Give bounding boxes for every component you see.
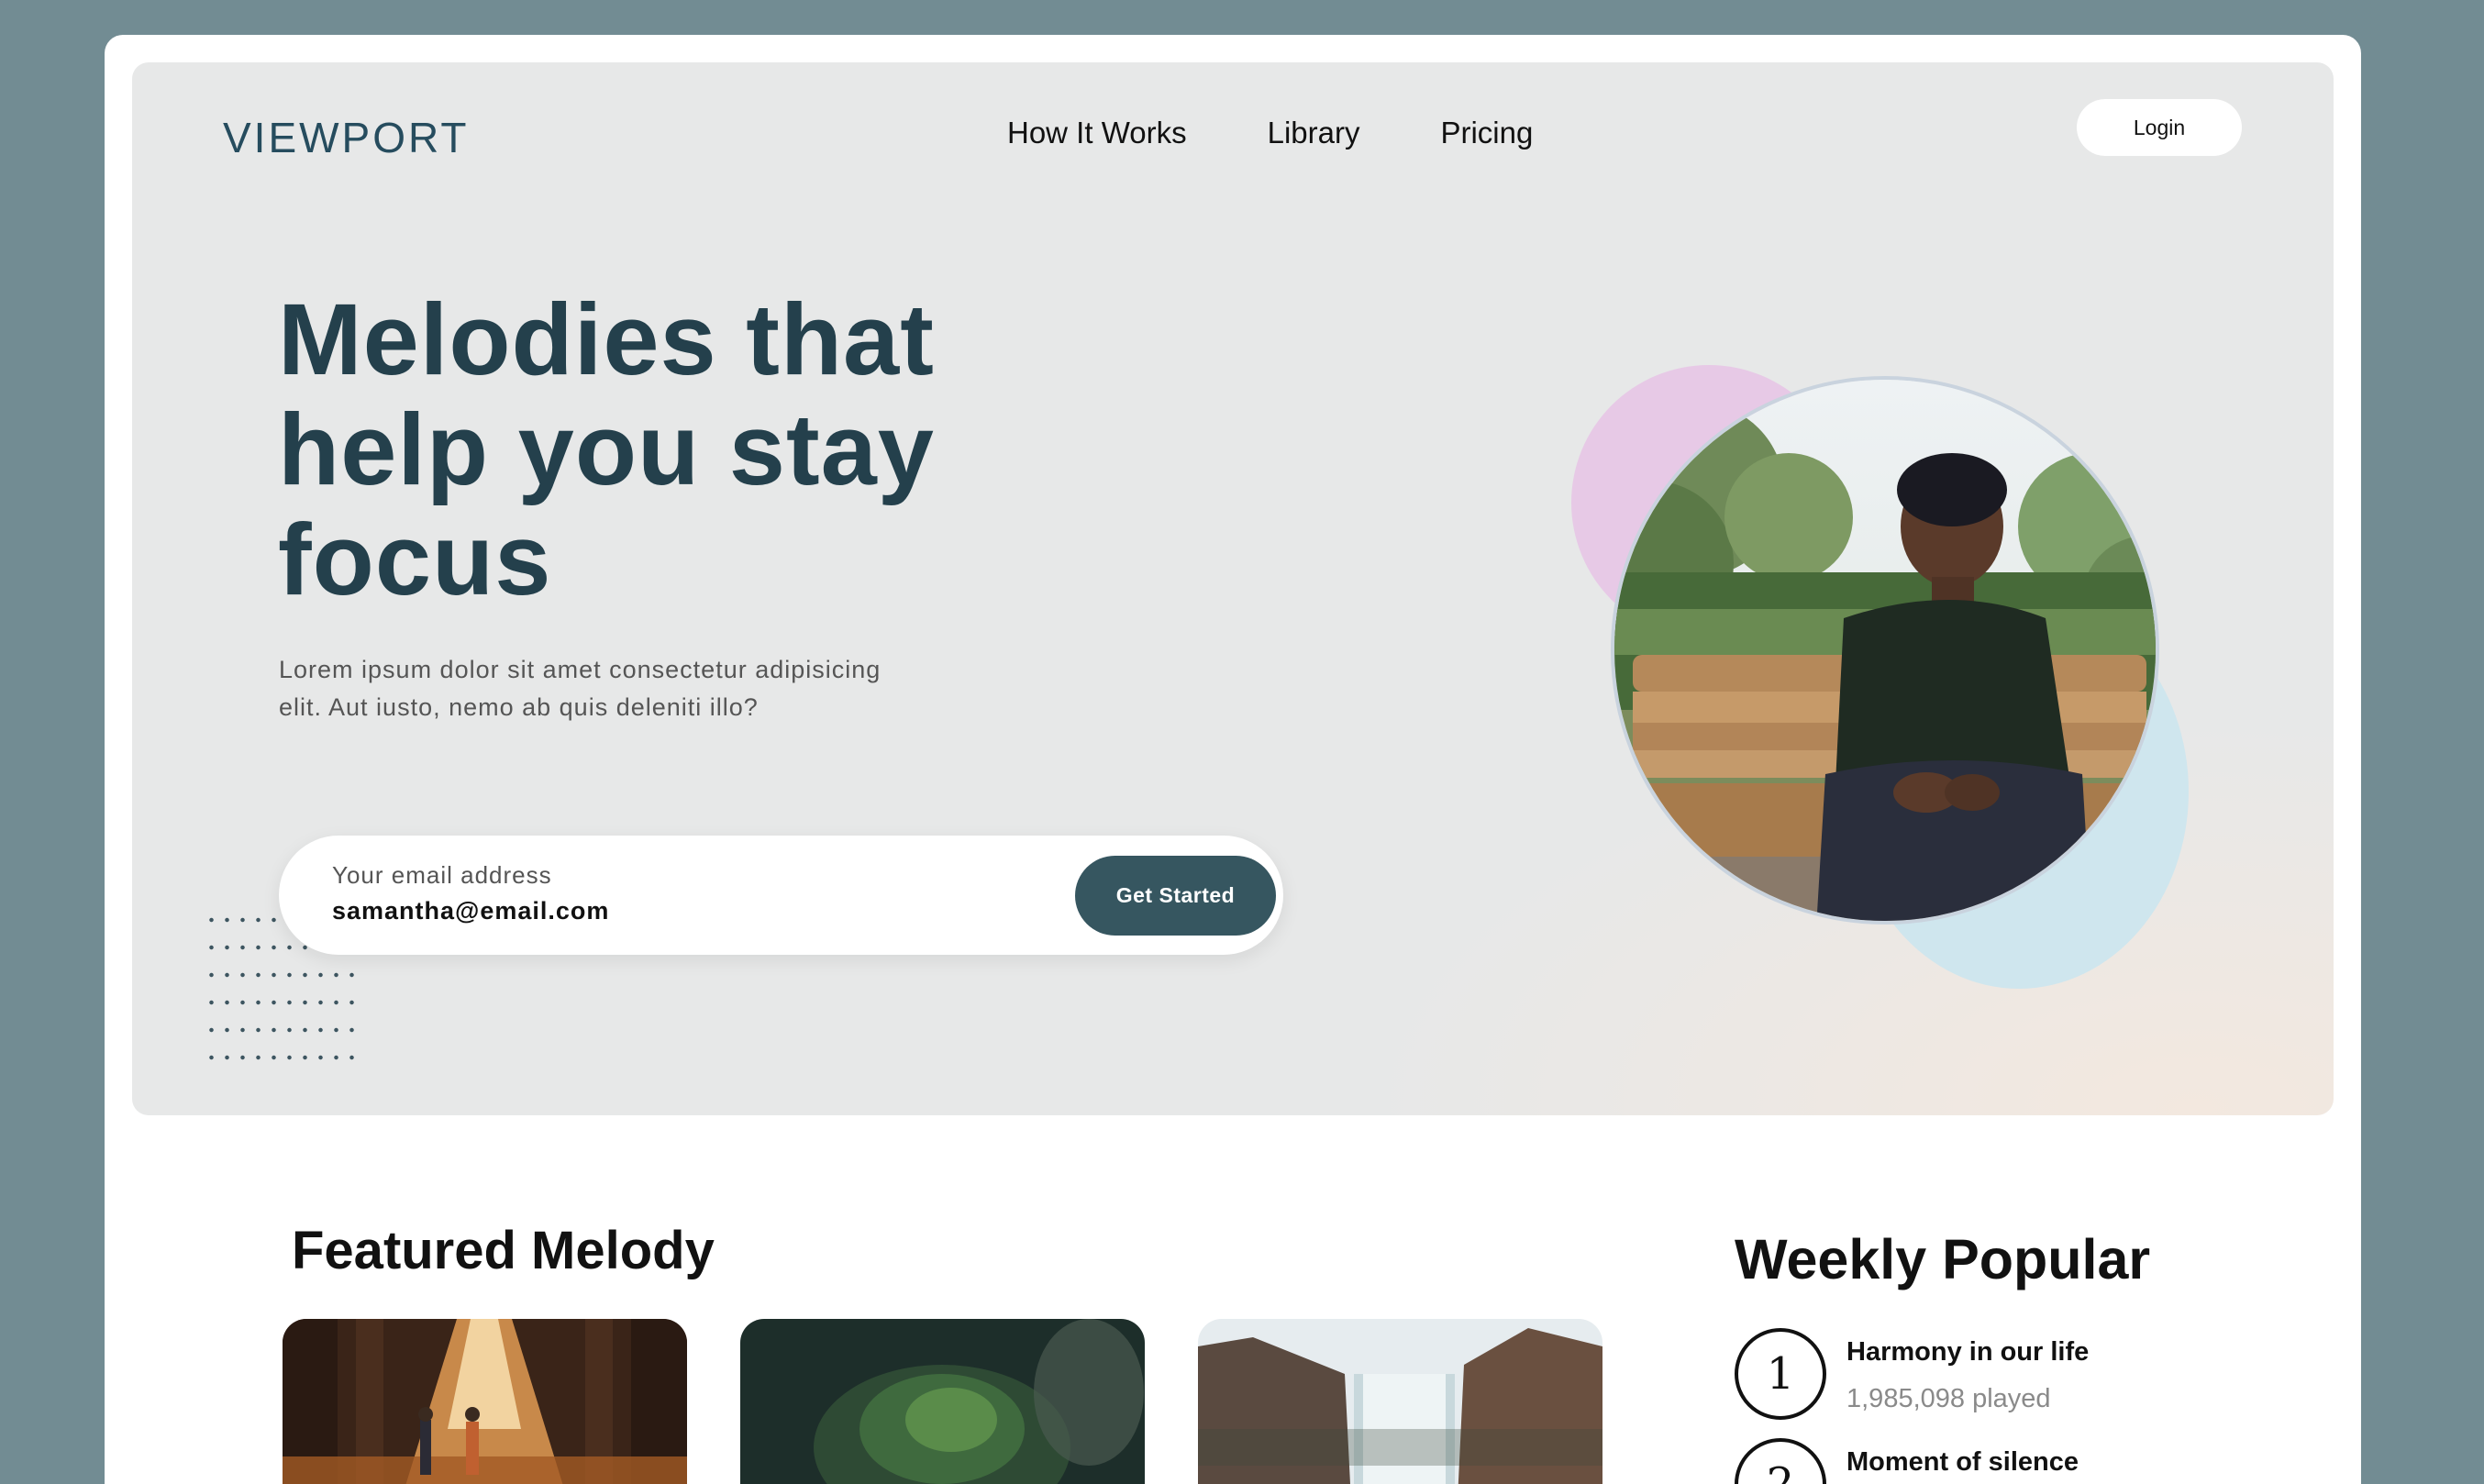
email-field[interactable]: samantha@email.com: [332, 897, 609, 925]
hero-headline: Melodies that help you stay focus: [278, 285, 1103, 615]
get-started-button[interactable]: Get Started: [1075, 856, 1276, 936]
blurred-green-plant-image: [740, 1319, 1145, 1484]
nav-library[interactable]: Library: [1268, 116, 1360, 150]
waterfall-cliffs-image: [1198, 1319, 1602, 1484]
rank-badge: 1: [1735, 1328, 1826, 1420]
email-signup-form: Your email address samantha@email.com Ge…: [279, 836, 1283, 955]
headline-line-1: Melodies that: [278, 283, 935, 396]
hero-portrait-image: [1611, 376, 2159, 925]
nav-how-it-works[interactable]: How It Works: [1007, 116, 1187, 150]
featured-melody-title: Featured Melody: [292, 1221, 715, 1280]
track-title: Harmony in our life: [1846, 1337, 2090, 1367]
weekly-item-text: Harmony in our life 1,985,098 played: [1846, 1328, 2089, 1420]
rank-badge: 2: [1735, 1438, 1826, 1484]
nav-pricing[interactable]: Pricing: [1440, 116, 1533, 150]
login-button[interactable]: Login: [2077, 99, 2242, 156]
headline-line-2: help you stay: [278, 393, 935, 506]
logo[interactable]: VIEWPORT: [223, 113, 470, 162]
track-title: Moment of silence: [1846, 1447, 2079, 1477]
subtext-line-1: Lorem ipsum dolor sit amet consectetur a…: [279, 656, 882, 683]
featured-tile-green-plant[interactable]: [740, 1319, 1145, 1484]
autumn-forest-couple-image: [283, 1319, 687, 1484]
weekly-item-text: Moment of silence: [1846, 1438, 2079, 1484]
play-count: 1,985,098 played: [1846, 1384, 2051, 1413]
email-field-label: Your email address: [332, 861, 552, 889]
main-nav: How It Works Library Pricing: [1007, 116, 1533, 150]
weekly-item-2[interactable]: 2 Moment of silence: [1735, 1438, 2079, 1484]
hero-section: VIEWPORT How It Works Library Pricing Lo…: [132, 62, 2334, 1115]
subtext-line-2: elit. Aut iusto, nemo ab quis deleniti i…: [279, 693, 759, 721]
weekly-popular-title: Weekly Popular: [1735, 1228, 2151, 1290]
weekly-item-1[interactable]: 1 Harmony in our life 1,985,098 played: [1735, 1328, 2089, 1420]
headline-line-3: focus: [278, 504, 552, 616]
featured-tile-waterfall[interactable]: [1198, 1319, 1602, 1484]
featured-tile-autumn-forest[interactable]: [283, 1319, 687, 1484]
hero-subtext: Lorem ipsum dolor sit amet consectetur a…: [279, 651, 939, 726]
page-card: VIEWPORT How It Works Library Pricing Lo…: [105, 35, 2361, 1484]
